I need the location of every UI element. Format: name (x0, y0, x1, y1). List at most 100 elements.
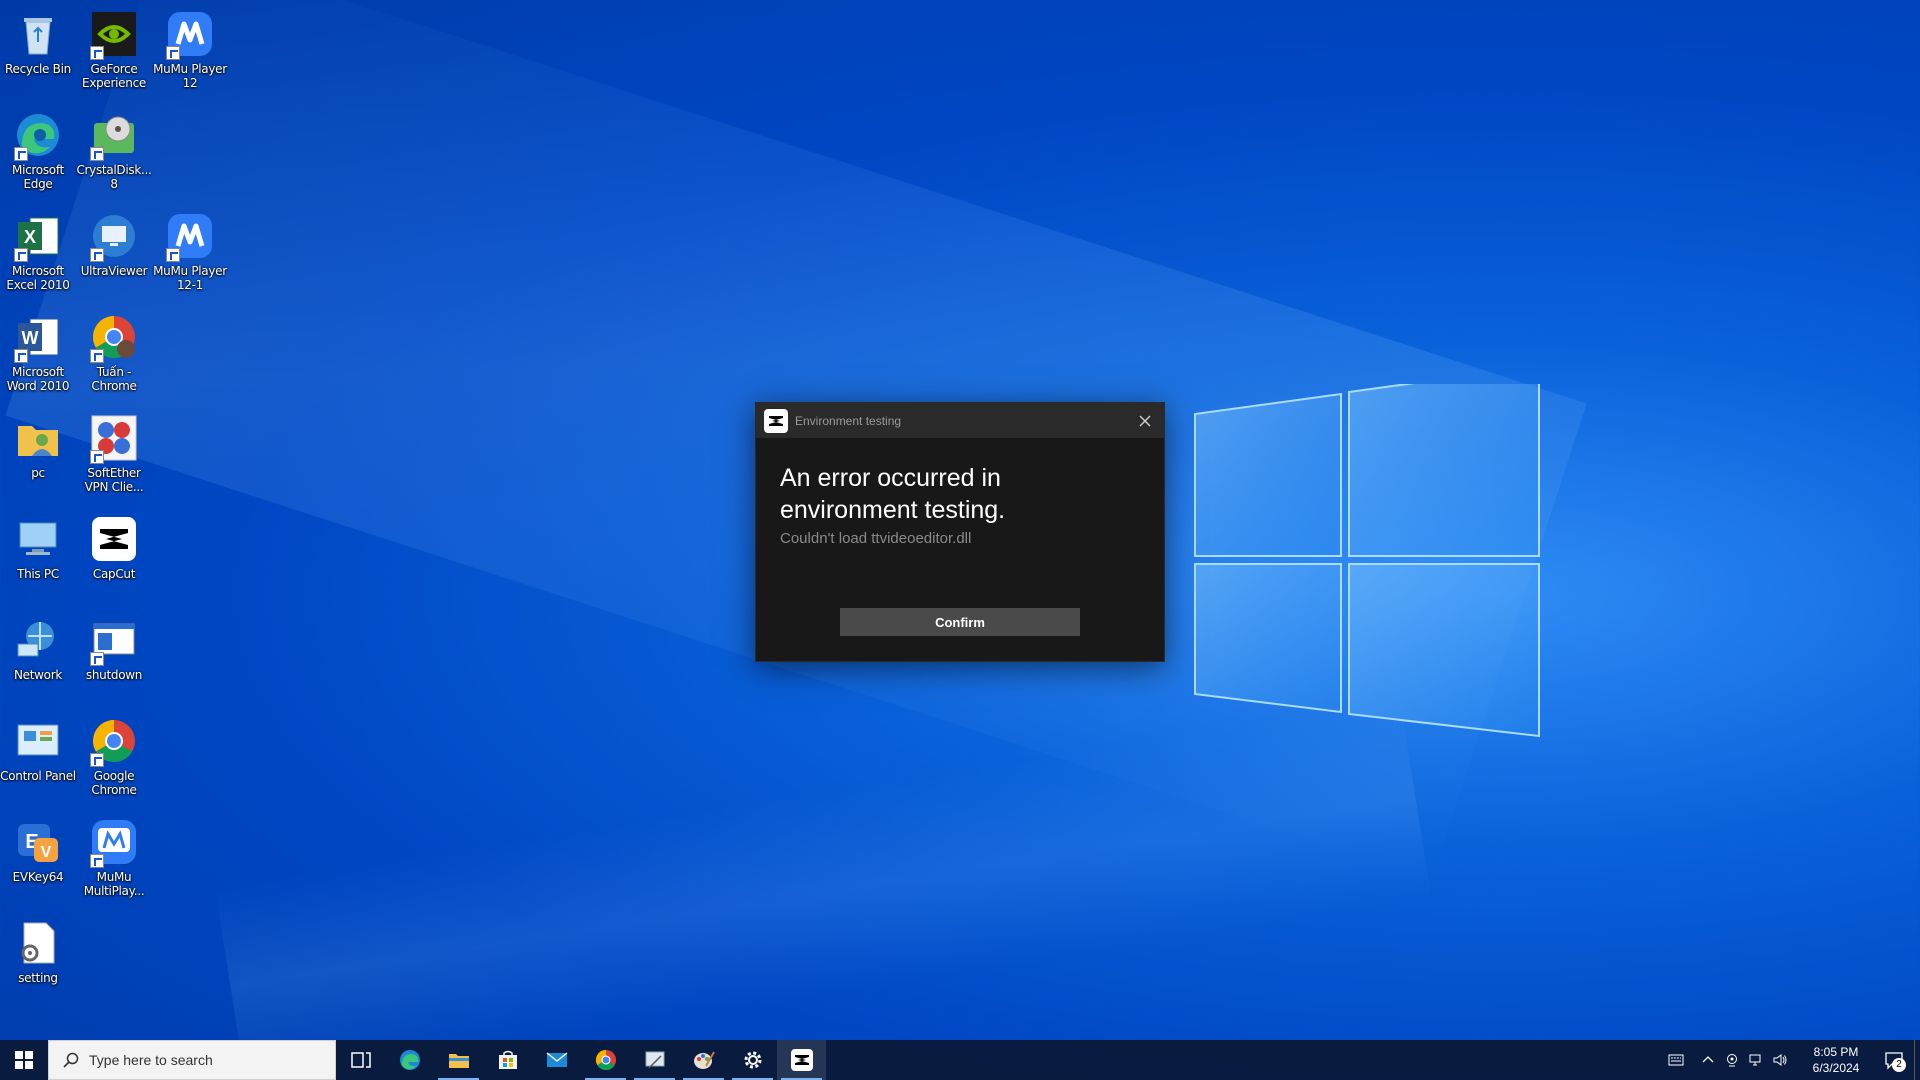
desktop-icon-mumu-multiplayer[interactable]: MuMu MultiPlay... (76, 812, 152, 908)
windows-start-icon (15, 1051, 33, 1069)
confirm-button[interactable]: Confirm (840, 608, 1080, 636)
close-button[interactable] (1134, 410, 1156, 432)
shortcut-arrow-icon (90, 248, 104, 262)
desktop-icon-google-chrome[interactable]: Google Chrome (76, 711, 152, 807)
taskbar-search[interactable] (48, 1040, 336, 1080)
search-icon (63, 1052, 79, 1068)
chrome-profile-icon (88, 311, 140, 363)
desktop-icon-label: pc (31, 466, 45, 480)
desktop-icon-ultraviewer[interactable]: UltraViewer (76, 206, 152, 302)
desktop-icon-network[interactable]: Network (0, 610, 76, 706)
desktop-icon-label: Microsoft Edge (12, 163, 64, 191)
action-center-button[interactable]: 2 (1874, 1040, 1914, 1080)
tray-volume[interactable] (1768, 1040, 1792, 1080)
desktop-icon-label: GeForce Experience (82, 62, 146, 90)
desktop-icon-label: EVKey64 (12, 870, 64, 884)
desktop-icon-control-panel[interactable]: Control Panel (0, 711, 76, 807)
taskbar-settings[interactable] (728, 1040, 777, 1080)
taskbar: 8:05 PM 6/3/2024 2 (0, 1040, 1920, 1080)
shortcut-arrow-icon (166, 248, 180, 262)
desktop-icon-mumu-player[interactable]: MuMu Player 12 (152, 4, 228, 100)
shortcut-arrow-icon (14, 147, 28, 161)
desktop-icon-label: This PC (17, 567, 59, 581)
shortcut-arrow-icon (90, 854, 104, 868)
svg-text:X: X (24, 227, 36, 247)
error-detail: Couldn't load ttvideoeditor.dll (780, 530, 972, 547)
network-icon (12, 614, 64, 666)
control-panel-icon (12, 715, 64, 767)
desktop-icon-this-pc[interactable]: This PC (0, 509, 76, 605)
dialog-title: Environment testing (795, 413, 902, 428)
clock-date: 6/3/2024 (1812, 1061, 1860, 1075)
edge-icon (12, 109, 64, 161)
taskbar-capcut[interactable] (777, 1040, 826, 1080)
desktop-icon-word[interactable]: W Microsoft Word 2010 (0, 307, 76, 403)
desktop-icon-edge[interactable]: Microsoft Edge (0, 105, 76, 201)
desktop-icon-crystaldisk[interactable]: CrystalDisk... 8 (76, 105, 152, 201)
desktop-icon-label: shutdown (85, 668, 143, 682)
desktop-icon-label: MuMu Player 12-1 (153, 264, 227, 292)
desktop-icon-shutdown[interactable]: shutdown (76, 610, 152, 706)
desktop-icon-label: MuMu Player 12 (153, 62, 227, 90)
desktop-icon-label: MuMu MultiPlay... (83, 870, 145, 898)
taskbar-task-view[interactable] (336, 1040, 385, 1080)
clock-time: 8:05 PM (1813, 1045, 1859, 1059)
desktop-icon-label: CrystalDisk... 8 (76, 163, 152, 191)
tray-network[interactable] (1744, 1040, 1768, 1080)
tray-show-hidden[interactable] (1696, 1040, 1720, 1080)
desktop-icon-mumu-player-12-1[interactable]: MuMu Player 12-1 (152, 206, 228, 302)
desktop-icon-geforce[interactable]: GeForce Experience (76, 4, 152, 100)
paint-icon (693, 1051, 715, 1069)
windows-logo-wallpaper (1193, 364, 1541, 738)
ultraviewer-icon (88, 210, 140, 262)
desktop-icon-recycle-bin[interactable]: Recycle Bin (0, 4, 76, 100)
desktop-icon-excel[interactable]: X Microsoft Excel 2010 (0, 206, 76, 302)
show-desktop-button[interactable] (1914, 1040, 1920, 1080)
notification-badge: 2 (1892, 1058, 1906, 1072)
taskbar-mail[interactable] (532, 1040, 581, 1080)
desktop-icon-setting[interactable]: setting (0, 913, 76, 1009)
snipping-icon (645, 1051, 664, 1069)
desktop-icon-label: Google Chrome (91, 769, 137, 797)
task-view-icon (350, 1052, 371, 1068)
taskbar-store[interactable] (483, 1040, 532, 1080)
taskbar-paint[interactable] (679, 1040, 728, 1080)
recycle-bin-icon (12, 8, 64, 60)
mumu-icon (164, 210, 216, 262)
file-explorer-icon (448, 1054, 469, 1068)
shortcut-arrow-icon (90, 652, 104, 666)
desktop-icon-chrome-profile[interactable]: Tuấn - Chrome (76, 307, 152, 403)
tray-meet-now[interactable] (1720, 1040, 1744, 1080)
desktop-icon-label: Microsoft Word 2010 (6, 365, 70, 393)
desktop-icon-evkey[interactable]: EV EVKey64 (0, 812, 76, 908)
search-input[interactable] (89, 1052, 309, 1068)
desktop-icon-softether[interactable]: SoftEther VPN Clie... (76, 408, 152, 504)
taskbar-clock[interactable]: 8:05 PM 6/3/2024 (1798, 1044, 1874, 1076)
desktop-icon-capcut[interactable]: CapCut (76, 509, 152, 605)
system-tray: 8:05 PM 6/3/2024 2 (1656, 1040, 1920, 1080)
svg-text:V: V (41, 844, 52, 861)
dialog-title-bar: Environment testing (756, 403, 1164, 438)
tray-keyboard[interactable] (1656, 1040, 1696, 1080)
error-heading: An error occurred in environment testing… (780, 464, 1006, 524)
geforce-icon (88, 8, 140, 60)
desktop-icon-label: Tuấn - Chrome (91, 365, 137, 393)
shortcut-arrow-icon (90, 753, 104, 767)
evkey-icon: EV (12, 816, 64, 868)
desktop-icon-pc[interactable]: pc (0, 408, 76, 504)
chrome-icon (88, 715, 140, 767)
taskbar-chrome[interactable] (581, 1040, 630, 1080)
shortcut-arrow-icon (90, 46, 104, 60)
chrome-icon (595, 1049, 616, 1071)
taskbar-file-explorer[interactable] (434, 1040, 483, 1080)
taskbar-snipping-tool[interactable] (630, 1040, 679, 1080)
wallpaper-light-beam (214, 700, 1432, 1080)
desktop-icon-label: Microsoft Excel 2010 (6, 264, 70, 292)
dialog-body: An error occurred in environment testing… (756, 438, 1164, 547)
start-button[interactable] (0, 1040, 48, 1080)
settings-file-icon (12, 917, 64, 969)
taskbar-edge[interactable] (385, 1040, 434, 1080)
desktop-icon-label: CapCut (92, 567, 136, 581)
crystaldisk-icon (88, 109, 140, 161)
volume-icon (1773, 1054, 1787, 1066)
